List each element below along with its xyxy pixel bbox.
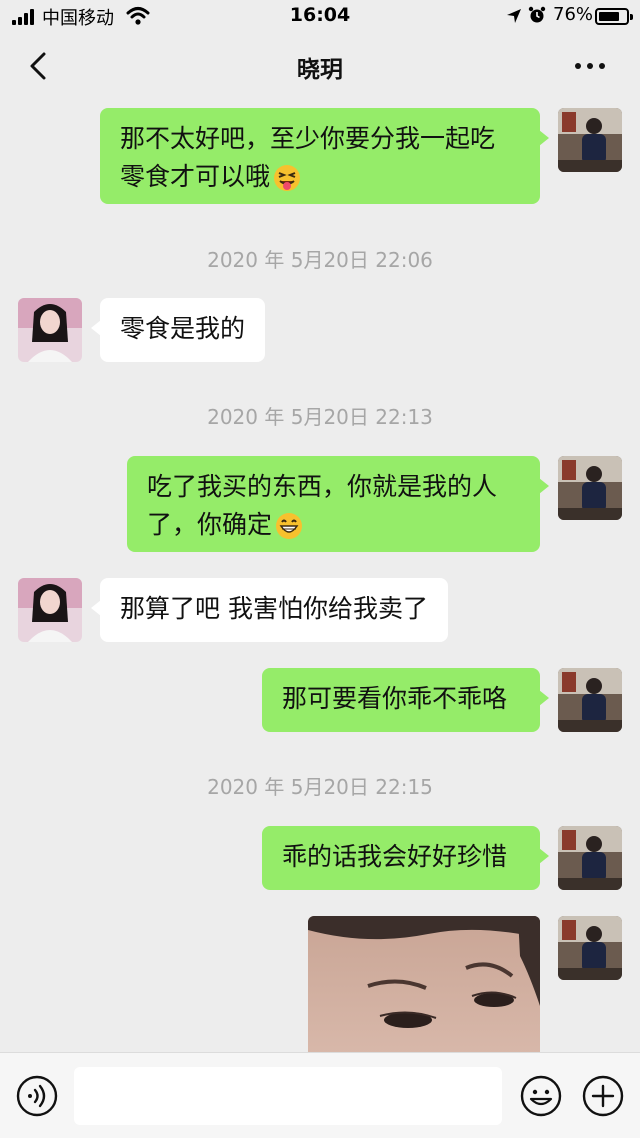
contact-message-bubble[interactable]: 零食是我的 bbox=[90, 298, 266, 362]
my-message-bubble[interactable]: 那不太好吧，至少你要分我一起吃 零食才可以哦 bbox=[100, 108, 549, 204]
message-text-line: 零食才可以哦 bbox=[120, 162, 271, 191]
my-avatar[interactable] bbox=[558, 108, 622, 172]
battery-icon bbox=[595, 8, 633, 25]
message-timestamp: 2020 年 5月20日 22:06 bbox=[207, 248, 433, 272]
message-text-line: 那不太好吧，至少你要分我一起吃 bbox=[120, 124, 496, 153]
input-bar bbox=[0, 1052, 640, 1138]
plus-icon[interactable] bbox=[582, 1075, 624, 1117]
photo-message[interactable] bbox=[308, 916, 540, 1052]
message-timestamp: 2020 年 5月20日 22:13 bbox=[207, 405, 433, 429]
message-text-line: 了，你确定 bbox=[147, 510, 273, 539]
emoji-icon[interactable] bbox=[520, 1075, 562, 1117]
my-message-bubble[interactable]: 乖的话我会好好珍惜 bbox=[262, 826, 549, 890]
my-message-bubble[interactable]: 那可要看你乖不乖咯 bbox=[262, 668, 549, 732]
message-text-line: 零食是我的 bbox=[120, 314, 246, 343]
my-avatar[interactable] bbox=[558, 456, 622, 520]
contact-message-bubble[interactable]: 那算了吧 我害怕你给我卖了 bbox=[91, 578, 448, 642]
my-avatar[interactable] bbox=[558, 916, 622, 980]
message-text-line: 那可要看你乖不乖咯 bbox=[282, 684, 508, 713]
status-bar: 中国移动 16:04 76% bbox=[0, 0, 640, 34]
my-avatar[interactable] bbox=[558, 668, 622, 732]
battery-fill bbox=[599, 12, 619, 21]
more-dots-icon[interactable] bbox=[572, 52, 608, 80]
chat-title: 晓玥 bbox=[297, 57, 343, 83]
battery-percent: 76% bbox=[553, 4, 594, 25]
grinning-emoji bbox=[276, 513, 303, 539]
voice-icon[interactable] bbox=[16, 1075, 58, 1117]
contact-avatar[interactable] bbox=[18, 298, 82, 362]
squinting-tongue-emoji bbox=[274, 165, 301, 191]
location-icon bbox=[507, 9, 521, 23]
my-message-bubble[interactable]: 吃了我买的东西，你就是我的人 了，你确定 bbox=[127, 456, 549, 552]
alarm-icon bbox=[528, 6, 546, 23]
chat-messages[interactable]: 那不太好吧，至少你要分我一起吃 零食才可以哦 2020 年 5月20日 22:0… bbox=[0, 98, 640, 1052]
message-timestamp: 2020 年 5月20日 22:15 bbox=[207, 775, 433, 799]
message-text-line: 那算了吧 我害怕你给我卖了 bbox=[120, 594, 428, 623]
message-text-line: 乖的话我会好好珍惜 bbox=[282, 842, 508, 871]
message-input[interactable] bbox=[74, 1067, 502, 1125]
my-avatar[interactable] bbox=[558, 826, 622, 890]
chat-header: 晓玥 bbox=[0, 34, 640, 98]
message-text-line: 吃了我买的东西，你就是我的人 bbox=[147, 472, 498, 501]
contact-avatar[interactable] bbox=[18, 578, 82, 642]
